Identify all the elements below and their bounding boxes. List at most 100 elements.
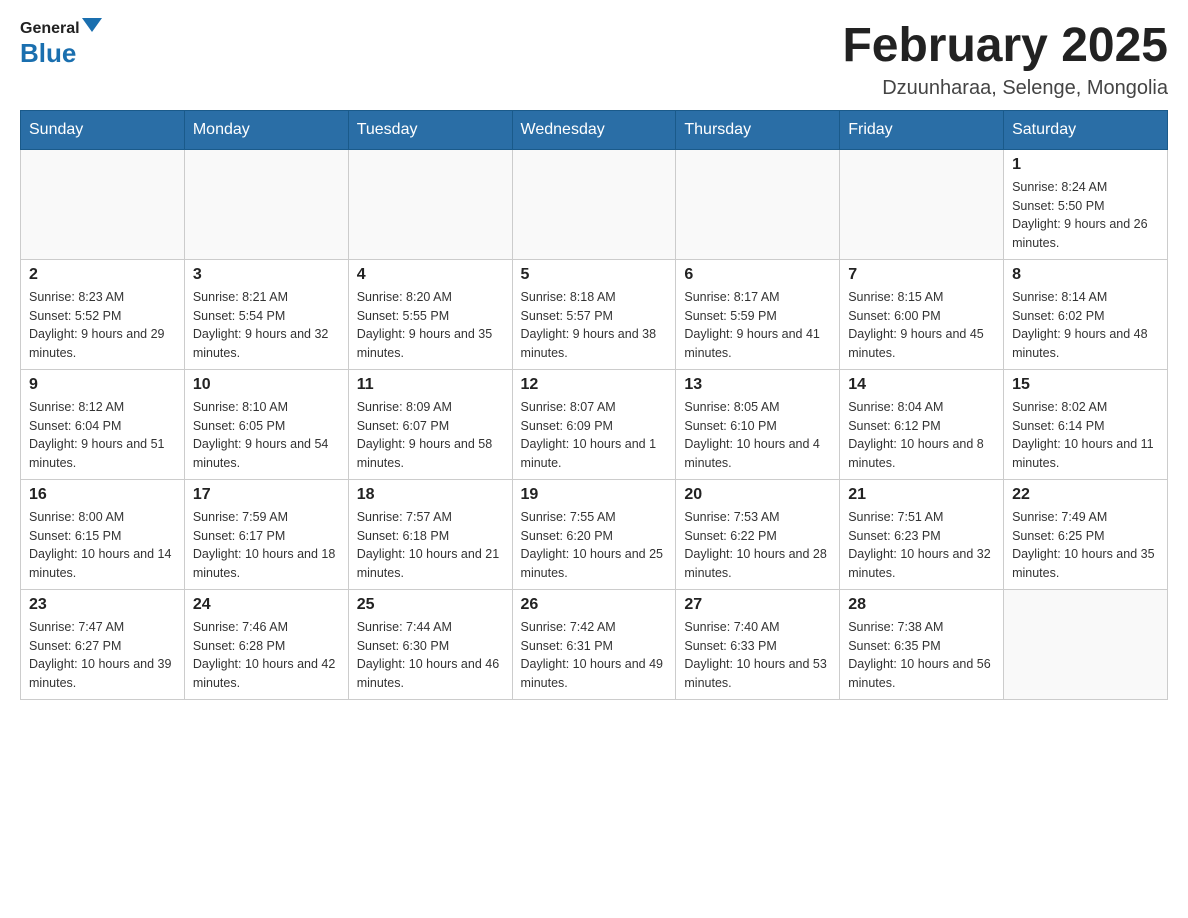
- day-info: Sunrise: 8:12 AM Sunset: 6:04 PM Dayligh…: [29, 398, 176, 473]
- calendar-cell: 27 Sunrise: 7:40 AM Sunset: 6:33 PM Dayli…: [676, 589, 840, 699]
- day-number: 19: [521, 486, 668, 504]
- day-info: Sunrise: 7:47 AM Sunset: 6:27 PM Dayligh…: [29, 618, 176, 693]
- calendar-cell: [676, 149, 840, 259]
- day-info: Sunrise: 8:23 AM Sunset: 5:52 PM Dayligh…: [29, 288, 176, 363]
- day-info: Sunrise: 7:38 AM Sunset: 6:35 PM Dayligh…: [848, 618, 995, 693]
- day-info: Sunrise: 8:14 AM Sunset: 6:02 PM Dayligh…: [1012, 288, 1159, 363]
- day-number: 10: [193, 376, 340, 394]
- day-number: 5: [521, 266, 668, 284]
- day-number: 13: [684, 376, 831, 394]
- day-number: 24: [193, 596, 340, 614]
- calendar-cell: 12 Sunrise: 8:07 AM Sunset: 6:09 PM Dayli…: [512, 369, 676, 479]
- day-number: 4: [357, 266, 504, 284]
- calendar-cell: 4 Sunrise: 8:20 AM Sunset: 5:55 PM Daylig…: [348, 259, 512, 369]
- month-title: February 2025: [842, 20, 1168, 73]
- day-number: 16: [29, 486, 176, 504]
- day-info: Sunrise: 8:02 AM Sunset: 6:14 PM Dayligh…: [1012, 398, 1159, 473]
- weekday-header-saturday: Saturday: [1004, 110, 1168, 149]
- calendar-cell: 7 Sunrise: 8:15 AM Sunset: 6:00 PM Daylig…: [840, 259, 1004, 369]
- calendar-cell: 19 Sunrise: 7:55 AM Sunset: 6:20 PM Dayli…: [512, 479, 676, 589]
- weekday-header-row: SundayMondayTuesdayWednesdayThursdayFrid…: [21, 110, 1168, 149]
- day-info: Sunrise: 7:44 AM Sunset: 6:30 PM Dayligh…: [357, 618, 504, 693]
- day-number: 20: [684, 486, 831, 504]
- day-number: 28: [848, 596, 995, 614]
- calendar-week-row: 9 Sunrise: 8:12 AM Sunset: 6:04 PM Daylig…: [21, 369, 1168, 479]
- day-info: Sunrise: 8:17 AM Sunset: 5:59 PM Dayligh…: [684, 288, 831, 363]
- calendar-cell: 28 Sunrise: 7:38 AM Sunset: 6:35 PM Dayli…: [840, 589, 1004, 699]
- calendar-cell: 20 Sunrise: 7:53 AM Sunset: 6:22 PM Dayli…: [676, 479, 840, 589]
- day-number: 3: [193, 266, 340, 284]
- logo-blue: Blue: [20, 38, 76, 69]
- calendar-cell: 11 Sunrise: 8:09 AM Sunset: 6:07 PM Dayli…: [348, 369, 512, 479]
- calendar-cell: 18 Sunrise: 7:57 AM Sunset: 6:18 PM Dayli…: [348, 479, 512, 589]
- day-number: 23: [29, 596, 176, 614]
- day-info: Sunrise: 8:10 AM Sunset: 6:05 PM Dayligh…: [193, 398, 340, 473]
- day-number: 2: [29, 266, 176, 284]
- day-info: Sunrise: 7:42 AM Sunset: 6:31 PM Dayligh…: [521, 618, 668, 693]
- calendar-week-row: 16 Sunrise: 8:00 AM Sunset: 6:15 PM Dayli…: [21, 479, 1168, 589]
- day-info: Sunrise: 8:18 AM Sunset: 5:57 PM Dayligh…: [521, 288, 668, 363]
- calendar-cell: [21, 149, 185, 259]
- calendar-cell: 6 Sunrise: 8:17 AM Sunset: 5:59 PM Daylig…: [676, 259, 840, 369]
- calendar-cell: [184, 149, 348, 259]
- day-number: 18: [357, 486, 504, 504]
- day-number: 8: [1012, 266, 1159, 284]
- calendar-cell: 21Sunrise: 7:51 AM Sunset: 6:23 PM Dayli…: [840, 479, 1004, 589]
- calendar-cell: [1004, 589, 1168, 699]
- day-info: Sunrise: 7:57 AM Sunset: 6:18 PM Dayligh…: [357, 508, 504, 583]
- calendar-cell: 13 Sunrise: 8:05 AM Sunset: 6:10 PM Dayli…: [676, 369, 840, 479]
- calendar-week-row: 1 Sunrise: 8:24 AM Sunset: 5:50 PM Daylig…: [21, 149, 1168, 259]
- day-info: Sunrise: 8:15 AM Sunset: 6:00 PM Dayligh…: [848, 288, 995, 363]
- calendar-cell: 22Sunrise: 7:49 AM Sunset: 6:25 PM Dayli…: [1004, 479, 1168, 589]
- day-info: Sunrise: 8:04 AM Sunset: 6:12 PM Dayligh…: [848, 398, 995, 473]
- calendar-cell: 9 Sunrise: 8:12 AM Sunset: 6:04 PM Daylig…: [21, 369, 185, 479]
- weekday-header-thursday: Thursday: [676, 110, 840, 149]
- weekday-header-sunday: Sunday: [21, 110, 185, 149]
- calendar-cell: 14Sunrise: 8:04 AM Sunset: 6:12 PM Dayli…: [840, 369, 1004, 479]
- calendar-cell: [840, 149, 1004, 259]
- calendar-cell: 26Sunrise: 7:42 AM Sunset: 6:31 PM Dayli…: [512, 589, 676, 699]
- day-info: Sunrise: 7:46 AM Sunset: 6:28 PM Dayligh…: [193, 618, 340, 693]
- day-info: Sunrise: 7:40 AM Sunset: 6:33 PM Dayligh…: [684, 618, 831, 693]
- weekday-header-tuesday: Tuesday: [348, 110, 512, 149]
- calendar-cell: 1 Sunrise: 8:24 AM Sunset: 5:50 PM Daylig…: [1004, 149, 1168, 259]
- calendar-cell: [348, 149, 512, 259]
- title-area: February 2025 Dzuunharaa, Selenge, Mongo…: [842, 20, 1168, 100]
- day-number: 1: [1012, 156, 1159, 174]
- day-info: Sunrise: 7:51 AM Sunset: 6:23 PM Dayligh…: [848, 508, 995, 583]
- calendar-cell: 3Sunrise: 8:21 AM Sunset: 5:54 PM Daylig…: [184, 259, 348, 369]
- day-info: Sunrise: 7:53 AM Sunset: 6:22 PM Dayligh…: [684, 508, 831, 583]
- day-number: 9: [29, 376, 176, 394]
- calendar-table: SundayMondayTuesdayWednesdayThursdayFrid…: [20, 110, 1168, 700]
- calendar-cell: 25 Sunrise: 7:44 AM Sunset: 6:30 PM Dayli…: [348, 589, 512, 699]
- calendar-cell: [512, 149, 676, 259]
- day-number: 22: [1012, 486, 1159, 504]
- calendar-cell: 23 Sunrise: 7:47 AM Sunset: 6:27 PM Dayli…: [21, 589, 185, 699]
- day-info: Sunrise: 8:20 AM Sunset: 5:55 PM Dayligh…: [357, 288, 504, 363]
- day-number: 27: [684, 596, 831, 614]
- day-info: Sunrise: 8:05 AM Sunset: 6:10 PM Dayligh…: [684, 398, 831, 473]
- day-number: 17: [193, 486, 340, 504]
- calendar-cell: 5 Sunrise: 8:18 AM Sunset: 5:57 PM Daylig…: [512, 259, 676, 369]
- day-number: 7: [848, 266, 995, 284]
- calendar-cell: 24 Sunrise: 7:46 AM Sunset: 6:28 PM Dayli…: [184, 589, 348, 699]
- day-info: Sunrise: 8:00 AM Sunset: 6:15 PM Dayligh…: [29, 508, 176, 583]
- calendar-week-row: 2 Sunrise: 8:23 AM Sunset: 5:52 PM Daylig…: [21, 259, 1168, 369]
- day-number: 11: [357, 376, 504, 394]
- day-number: 6: [684, 266, 831, 284]
- location-title: Dzuunharaa, Selenge, Mongolia: [842, 77, 1168, 100]
- calendar-cell: 15Sunrise: 8:02 AM Sunset: 6:14 PM Dayli…: [1004, 369, 1168, 479]
- day-info: Sunrise: 8:24 AM Sunset: 5:50 PM Dayligh…: [1012, 178, 1159, 253]
- day-info: Sunrise: 8:07 AM Sunset: 6:09 PM Dayligh…: [521, 398, 668, 473]
- weekday-header-friday: Friday: [840, 110, 1004, 149]
- day-info: Sunrise: 7:59 AM Sunset: 6:17 PM Dayligh…: [193, 508, 340, 583]
- logo-area: General Blue: [20, 20, 102, 69]
- weekday-header-monday: Monday: [184, 110, 348, 149]
- weekday-header-wednesday: Wednesday: [512, 110, 676, 149]
- day-info: Sunrise: 7:55 AM Sunset: 6:20 PM Dayligh…: [521, 508, 668, 583]
- calendar-cell: 17 Sunrise: 7:59 AM Sunset: 6:17 PM Dayli…: [184, 479, 348, 589]
- logo-triangle-icon: [82, 18, 102, 32]
- day-number: 25: [357, 596, 504, 614]
- day-number: 12: [521, 376, 668, 394]
- day-info: Sunrise: 8:09 AM Sunset: 6:07 PM Dayligh…: [357, 398, 504, 473]
